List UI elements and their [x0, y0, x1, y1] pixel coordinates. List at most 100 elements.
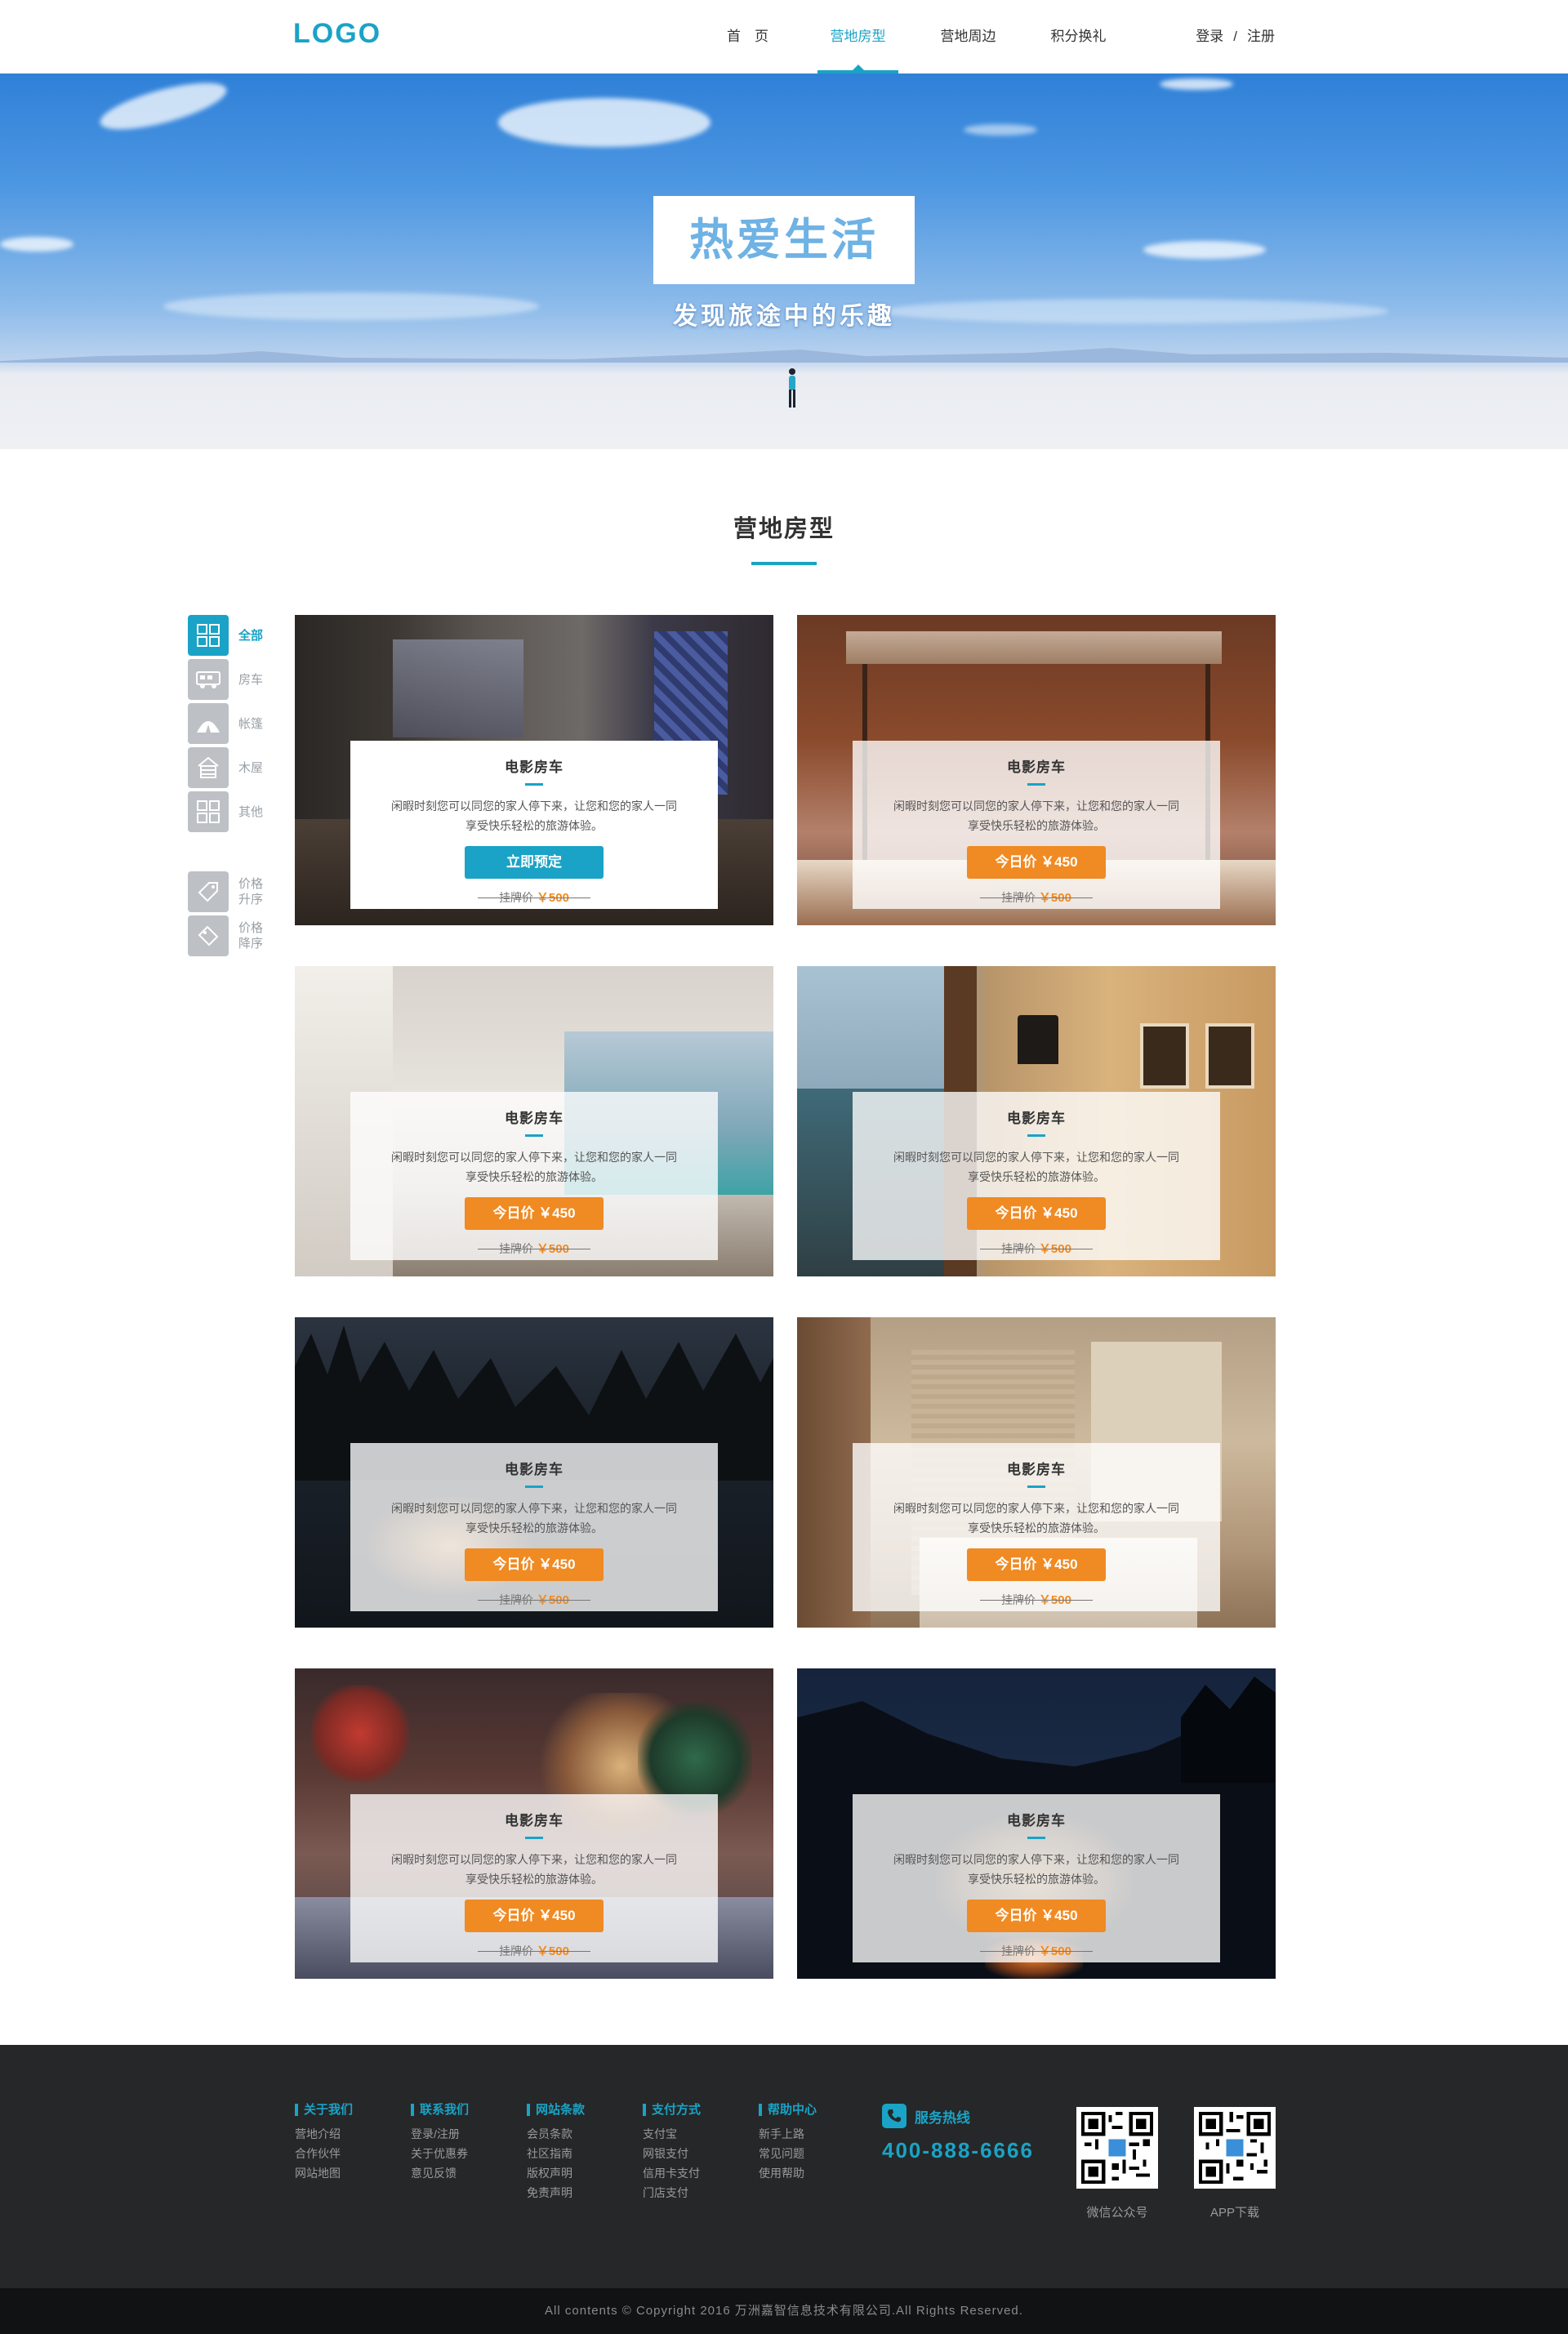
nav-home[interactable]: 首 页 [693, 0, 803, 73]
footer-link[interactable]: 合作伙伴 [295, 2144, 353, 2163]
today-price-button[interactable]: 今日价 ￥450 [465, 1900, 604, 1932]
copyright-bar: All contents © Copyright 2016 万洲嘉智信息技术有限… [0, 2288, 1568, 2334]
list-price: 挂牌价 ￥500 [478, 1240, 590, 1257]
room-card[interactable]: 电影房车 闲暇时刻您可以同您的家人停下来，让您和您的家人一同享受快乐轻松的旅游体… [295, 1668, 773, 1979]
qr-caption: 微信公众号 [1086, 2206, 1148, 2220]
register-link[interactable]: 注册 [1247, 29, 1275, 44]
qr-app: APP下载 [1194, 2107, 1276, 2220]
cloud [0, 237, 74, 252]
list-price: 挂牌价 ￥500 [980, 889, 1093, 906]
list-price-value: ￥500 [536, 1593, 569, 1607]
footer-column-title: 联系我们 [411, 2104, 469, 2116]
filter-rv[interactable]: 房车 [188, 659, 278, 700]
hotline-label: 服务热线 [915, 2109, 970, 2126]
footer-link[interactable]: 关于优惠券 [411, 2144, 469, 2163]
room-description: 闲暇时刻您可以同您的家人停下来，让您和您的家人一同享受快乐轻松的旅游体验。 [893, 1151, 1179, 1183]
cloud [96, 73, 231, 140]
filter-label: 全部 [238, 628, 264, 643]
filter-other[interactable]: 其他 [188, 791, 278, 832]
footer-link[interactable]: 营地介绍 [295, 2124, 353, 2144]
qr-caption: APP下载 [1209, 2206, 1259, 2220]
list-price-label: 挂牌价 [1001, 1593, 1036, 1606]
cloud [498, 98, 710, 147]
room-description: 闲暇时刻您可以同您的家人停下来，让您和您的家人一同享受快乐轻松的旅游体验。 [893, 1853, 1179, 1886]
room-card[interactable]: 电影房车 闲暇时刻您可以同您的家人停下来，让您和您的家人一同享受快乐轻松的旅游体… [295, 615, 773, 925]
filter-cabin[interactable]: 木屋 [188, 747, 278, 788]
room-card[interactable]: 电影房车 闲暇时刻您可以同您的家人停下来，让您和您的家人一同享受快乐轻松的旅游体… [797, 1668, 1276, 1979]
footer-column-title: 帮助中心 [759, 2104, 817, 2116]
room-info-panel: 电影房车 闲暇时刻您可以同您的家人停下来，让您和您的家人一同享受快乐轻松的旅游体… [350, 1443, 718, 1611]
today-price-button[interactable]: 今日价 ￥450 [967, 846, 1106, 879]
footer-link[interactable]: 社区指南 [527, 2144, 585, 2163]
list-price: 挂牌价 ￥500 [478, 889, 590, 906]
login-link[interactable]: 登录 [1196, 29, 1223, 44]
today-price-button[interactable]: 今日价 ￥450 [465, 1548, 604, 1581]
room-card[interactable]: 电影房车 闲暇时刻您可以同您的家人停下来，让您和您的家人一同享受快乐轻松的旅游体… [295, 966, 773, 1276]
filter-all[interactable]: 全部 [188, 615, 278, 656]
footer-link[interactable]: 免责声明 [527, 2183, 585, 2203]
phone-icon [882, 2104, 906, 2128]
title-underline [1027, 783, 1045, 786]
filter-tent[interactable]: 帐篷 [188, 703, 278, 744]
hero-title: 热爱生活 [653, 196, 915, 284]
footer-column-payment: 支付方式 支付宝 网银支付 信用卡支付 门店支付 [643, 2104, 701, 2203]
room-info-panel: 电影房车 闲暇时刻您可以同您的家人停下来，让您和您的家人一同享受快乐轻松的旅游体… [853, 1794, 1220, 1962]
qr-wechat: 微信公众号 [1076, 2107, 1158, 2220]
list-price-label: 挂牌价 [499, 1242, 534, 1255]
footer-link[interactable]: 常见问题 [759, 2144, 817, 2163]
footer-link[interactable]: 会员条款 [527, 2124, 585, 2144]
today-price-button[interactable]: 今日价 ￥450 [967, 1197, 1106, 1230]
nav-points-exchange[interactable]: 积分换礼 [1023, 0, 1134, 73]
footer-column-title: 支付方式 [643, 2104, 701, 2116]
filter-label: 其他 [238, 804, 264, 819]
footer-column-contact: 联系我们 登录/注册 关于优惠券 意见反馈 [411, 2104, 469, 2183]
room-card[interactable]: 电影房车 闲暇时刻您可以同您的家人停下来，让您和您的家人一同享受快乐轻松的旅游体… [797, 1317, 1276, 1628]
today-price-button[interactable]: 今日价 ￥450 [967, 1548, 1106, 1581]
footer-link[interactable]: 版权声明 [527, 2163, 585, 2183]
hotline-number[interactable]: 400-888-6666 [882, 2138, 1034, 2163]
title-underline [1027, 1485, 1045, 1488]
list-price-label: 挂牌价 [499, 891, 534, 904]
list-price-value: ￥500 [1038, 1593, 1071, 1607]
room-card[interactable]: 电影房车 闲暇时刻您可以同您的家人停下来，让您和您的家人一同享受快乐轻松的旅游体… [295, 1317, 773, 1628]
footer-link[interactable]: 网银支付 [643, 2144, 701, 2163]
room-card[interactable]: 电影房车 闲暇时刻您可以同您的家人停下来，让您和您的家人一同享受快乐轻松的旅游体… [797, 615, 1276, 925]
room-title: 电影房车 [1007, 1813, 1066, 1828]
today-price-button[interactable]: 今日价 ￥450 [465, 1197, 604, 1230]
room-card[interactable]: 电影房车 闲暇时刻您可以同您的家人停下来，让您和您的家人一同享受快乐轻松的旅游体… [797, 966, 1276, 1276]
site-logo[interactable]: LOGO [293, 18, 381, 50]
title-underline [525, 1134, 543, 1137]
footer-link[interactable]: 意见反馈 [411, 2163, 469, 2183]
footer-link[interactable]: 登录/注册 [411, 2124, 469, 2144]
footer-link[interactable]: 新手上路 [759, 2124, 817, 2144]
rv-icon [188, 659, 229, 700]
footer-link[interactable]: 网站地图 [295, 2163, 353, 2183]
list-price: 挂牌价 ￥500 [478, 1942, 590, 1959]
cloud [964, 124, 1037, 136]
room-info-panel: 电影房车 闲暇时刻您可以同您的家人停下来，让您和您的家人一同享受快乐轻松的旅游体… [853, 1092, 1220, 1260]
footer-link[interactable]: 门店支付 [643, 2183, 701, 2203]
filter-label: 价格降序 [238, 921, 264, 951]
book-now-button[interactable]: 立即预定 [465, 846, 604, 879]
room-title: 电影房车 [505, 1111, 564, 1126]
room-description: 闲暇时刻您可以同您的家人停下来，让您和您的家人一同享受快乐轻松的旅游体验。 [893, 800, 1179, 832]
hero-banner: 热爱生活 发现旅途中的乐趣 [0, 73, 1568, 449]
cloud [1160, 78, 1233, 90]
list-price-value: ￥500 [536, 1242, 569, 1256]
footer-column-title: 网站条款 [527, 2104, 585, 2116]
service-hotline: 服务热线 400-888-6666 [882, 2104, 1034, 2163]
footer-link[interactable]: 信用卡支付 [643, 2163, 701, 2183]
footer-link[interactable]: 支付宝 [643, 2124, 701, 2144]
today-price-button[interactable]: 今日价 ￥450 [967, 1900, 1106, 1932]
room-info-panel: 电影房车 闲暇时刻您可以同您的家人停下来，让您和您的家人一同享受快乐轻松的旅游体… [350, 1794, 718, 1962]
person-figure [789, 368, 795, 408]
room-title: 电影房车 [1007, 1462, 1066, 1477]
nav-room-types[interactable]: 营地房型 [803, 0, 913, 73]
filter-price-desc[interactable]: 价格降序 [188, 915, 278, 956]
room-description: 闲暇时刻您可以同您的家人停下来，让您和您的家人一同享受快乐轻松的旅游体验。 [391, 1151, 677, 1183]
footer-link[interactable]: 使用帮助 [759, 2163, 817, 2183]
list-price-value: ￥500 [1038, 891, 1071, 905]
list-price-label: 挂牌价 [499, 1593, 534, 1606]
nav-surroundings[interactable]: 营地周边 [913, 0, 1023, 73]
filter-price-asc[interactable]: 价格升序 [188, 871, 278, 912]
